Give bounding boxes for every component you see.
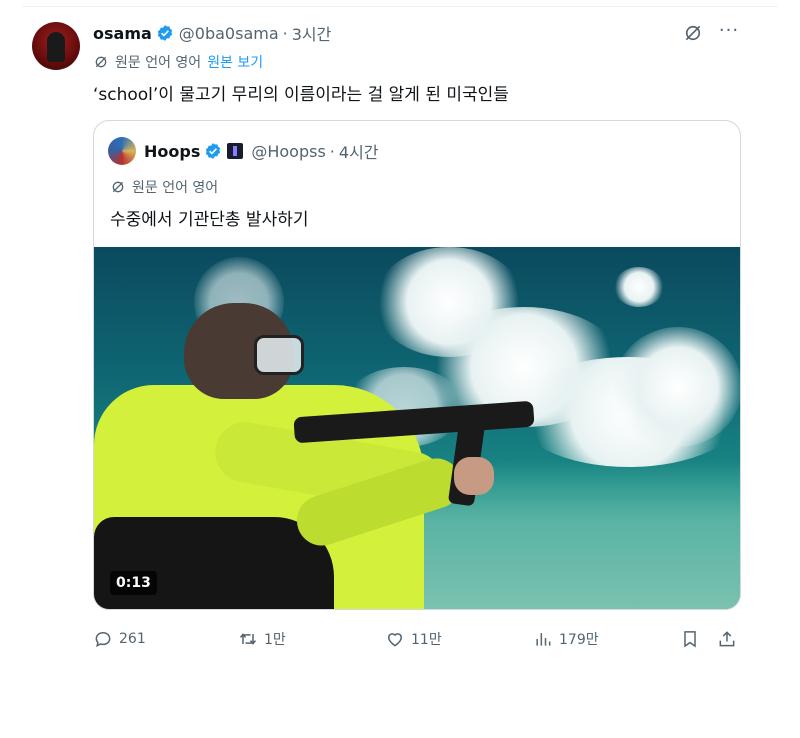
bubble-cloud (614, 267, 664, 307)
quote-author-handle[interactable]: @Hoopss (251, 142, 325, 161)
reply-button[interactable]: 261 (93, 626, 146, 652)
quote-time[interactable]: 4시간 (339, 139, 379, 163)
post-text: ‘school’이 물고기 무리의 이름이라는 걸 알게 된 미국인들 (93, 85, 509, 105)
translate-icon (95, 56, 107, 68)
grok-glyph-icon (685, 25, 701, 41)
like-count: 11만 (411, 632, 442, 648)
like-button[interactable]: 11만 (385, 626, 442, 652)
show-original-link[interactable]: 원본 보기 (207, 52, 263, 72)
author-name[interactable]: osama (93, 24, 152, 43)
grok-icon[interactable] (682, 22, 704, 44)
affiliate-badge-icon (227, 143, 244, 159)
bubble-cloud (614, 327, 740, 447)
post-header: osama @0ba0sama · 3시간 (93, 21, 332, 45)
reply-icon (95, 631, 111, 648)
quote-text: 수중에서 기관단총 발사하기 (110, 210, 309, 230)
quote-verified-badge-icon (206, 143, 221, 159)
views-count: 179만 (559, 632, 599, 648)
author-avatar[interactable] (32, 22, 80, 70)
bookmark-icon (684, 631, 696, 648)
retweet-count: 1만 (264, 632, 286, 648)
share-button[interactable] (717, 626, 737, 652)
separator-dot: · (282, 23, 288, 43)
quote-translation-label: 원문 언어 영어 (132, 180, 219, 196)
like-icon (387, 633, 403, 647)
top-divider (22, 6, 778, 7)
more-icon[interactable]: ··· (718, 19, 740, 41)
share-icon (719, 631, 735, 647)
video-player[interactable]: 0:13 (94, 247, 740, 609)
views-icon (536, 633, 551, 646)
video-duration: 0:13 (110, 571, 157, 595)
post-actions: 261 1만 11만 179만 (93, 626, 741, 652)
reply-count: 261 (119, 631, 146, 647)
diver-mask (254, 335, 304, 375)
quote-translation-row: 원문 언어 영어 (110, 177, 218, 197)
bookmark-button[interactable] (680, 626, 700, 652)
quote-separator-dot: · (329, 141, 335, 161)
diver-harness (94, 517, 334, 609)
quote-author-avatar[interactable] (108, 137, 136, 165)
verified-badge-icon (157, 25, 172, 41)
translation-label: 원문 언어 영어 (115, 55, 202, 71)
retweet-icon (239, 633, 257, 645)
quote-translate-icon (112, 181, 124, 193)
diver-hand (454, 457, 494, 495)
retweet-button[interactable]: 1만 (238, 626, 286, 652)
author-handle[interactable]: @0ba0sama (179, 24, 279, 43)
translation-row: 원문 언어 영어 원본 보기 (93, 52, 263, 72)
post-top-actions: ··· (682, 19, 740, 44)
quote-header: Hoops @Hoopss · 4시간 (144, 139, 379, 163)
quoted-post[interactable]: Hoops @Hoopss · 4시간 원문 언어 영어 수중에서 기관단총 발… (93, 120, 741, 610)
post-time[interactable]: 3시간 (292, 21, 332, 45)
quote-author-name[interactable]: Hoops (144, 142, 200, 161)
views-button[interactable]: 179만 (533, 626, 599, 652)
